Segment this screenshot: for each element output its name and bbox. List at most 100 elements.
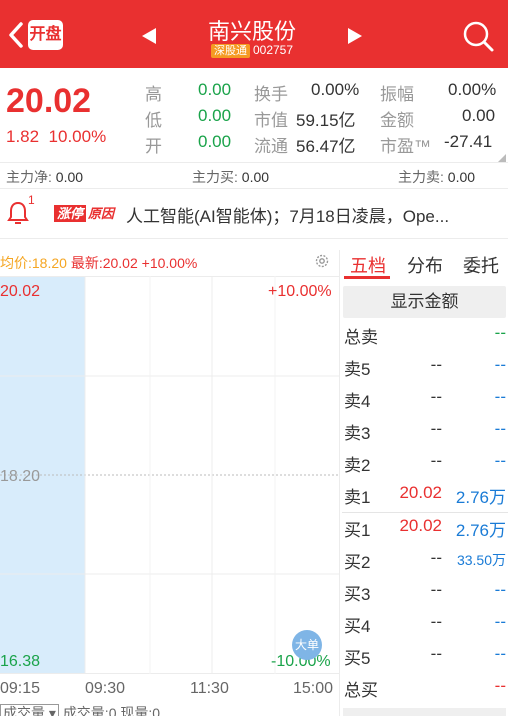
order-row[interactable]: 买2 -- 33.50万 — [344, 548, 508, 578]
mainforce-net: 主力净: 0.00 — [6, 167, 83, 187]
total-buy-row: 总买 -- — [344, 676, 508, 706]
low-label: 低 — [145, 111, 162, 130]
level-price: -- — [430, 387, 442, 406]
order-row[interactable]: 卖2 -- -- — [344, 451, 508, 481]
tag-part1: 涨停 — [54, 205, 87, 222]
mainforce-sell: 主力卖: 0.00 — [398, 167, 475, 187]
level-volume: -- — [494, 451, 506, 470]
corner-triangle-icon — [498, 154, 506, 162]
change-percent: 10.00% — [48, 127, 107, 146]
level-label: 买4 — [344, 617, 371, 636]
top-bar: 开盘 南兴股份 深股通 002757 — [0, 0, 508, 68]
order-row[interactable]: 买5 -- -- — [344, 644, 508, 674]
turnover-label: 换手 — [254, 85, 288, 104]
level-price: -- — [430, 355, 442, 374]
level-volume: -- — [494, 419, 506, 438]
mainforce-buy: 主力买: 0.00 — [192, 167, 269, 187]
level-label: 买5 — [344, 649, 371, 668]
level-label: 买2 — [344, 553, 371, 572]
volume-selector[interactable]: 成交量 ▾ — [0, 704, 59, 716]
divider — [0, 238, 508, 239]
prev-stock-icon[interactable] — [140, 26, 158, 46]
turnover-value: 0.00% — [311, 80, 360, 99]
divider — [0, 188, 508, 189]
open-market-button[interactable]: 开盘 — [28, 20, 63, 50]
time-label: 09:30 — [85, 680, 126, 697]
pct-max-label: +10.00% — [268, 283, 332, 300]
stock-code: 002757 — [252, 43, 294, 57]
float-cap-value: 56.47亿 — [296, 137, 356, 156]
intraday-chart[interactable] — [0, 276, 339, 674]
total-sell-value: -- — [494, 323, 506, 342]
tab-indicator — [344, 276, 390, 279]
level-volume: -- — [494, 644, 506, 663]
tab-distribution[interactable]: 分布 — [407, 252, 443, 278]
bottom-button-edge[interactable] — [343, 708, 506, 716]
tab-five-levels[interactable]: 五档 — [350, 252, 386, 278]
chart-legend: 均价:18.20 最新:20.02 +10.00% — [0, 253, 197, 273]
open-label: 开 — [145, 137, 162, 156]
big-order-bubble[interactable]: 大单 — [292, 630, 322, 660]
level-price: 20.02 — [399, 516, 442, 535]
stock-name: 南兴股份 — [207, 19, 296, 44]
level-price: -- — [430, 451, 442, 470]
next-stock-icon[interactable] — [346, 26, 364, 46]
low-value: 0.00 — [198, 106, 232, 125]
order-row[interactable]: 买4 -- -- — [344, 612, 508, 642]
open-value: 0.00 — [198, 132, 232, 151]
time-label: 15:00 — [293, 680, 334, 697]
mainforce-buy-value: 0.00 — [241, 169, 270, 185]
tab-orders[interactable]: 委托 — [463, 252, 499, 278]
total-buy-label: 总买 — [344, 681, 378, 700]
price-min-label: 16.38 — [0, 653, 41, 670]
search-icon[interactable] — [460, 18, 496, 54]
mainforce-sell-value: 0.00 — [447, 169, 476, 185]
latest-price-label: 最新:20.02 — [70, 255, 138, 271]
change-amount: 1.82 — [6, 127, 40, 146]
level-volume: -- — [494, 355, 506, 374]
float-cap-label: 流通 — [254, 137, 288, 156]
order-row[interactable]: 卖4 -- -- — [344, 387, 508, 417]
mainforce-buy-label: 主力买: — [192, 169, 238, 185]
order-row[interactable]: 卖3 -- -- — [344, 419, 508, 449]
level-price: -- — [430, 419, 442, 438]
total-sell-row: 总卖 -- — [344, 323, 508, 353]
amount-value: 0.00 — [462, 106, 496, 125]
level-price: -- — [430, 580, 442, 599]
level-volume: 2.76万 — [455, 488, 506, 507]
total-buy-value: -- — [494, 676, 506, 695]
notification-count: 1 — [28, 193, 35, 207]
level-volume: -- — [494, 387, 506, 406]
market-cap-label: 市值 — [254, 111, 288, 130]
pe-value: -27.41 — [444, 132, 493, 151]
price-max-label: 20.02 — [0, 283, 41, 300]
current-price: 20.02 — [6, 82, 92, 120]
level-price: -- — [430, 612, 442, 631]
time-label: 09:15 — [0, 680, 41, 697]
volume-text: 成交量:0 现量:0 — [62, 705, 161, 716]
volume-bar: 成交量 ▾ 成交量:0 现量:0 — [0, 703, 160, 716]
level-label: 卖4 — [344, 392, 371, 411]
level-volume: -- — [494, 612, 506, 631]
high-value: 0.00 — [198, 80, 232, 99]
news-headline[interactable]: 人工智能(AI智能体)；7月18日凌晨，Ope... — [126, 202, 506, 227]
pe-label: 市盈™ — [380, 137, 431, 156]
limit-up-reason-tag[interactable]: 涨停 原因 — [54, 203, 116, 223]
level-label: 卖2 — [344, 456, 371, 475]
price-change: 1.82 10.00% — [6, 127, 106, 147]
order-row[interactable]: 卖1 20.02 2.76万 — [344, 483, 508, 513]
avg-price-label: 均价:18.20 — [0, 255, 67, 271]
gear-icon[interactable] — [314, 253, 330, 269]
price-mid-label: 18.20 — [0, 468, 41, 485]
back-arrow-icon[interactable] — [6, 20, 26, 50]
show-amount-button[interactable]: 显示金额 — [343, 286, 506, 318]
mainforce-net-label: 主力净: — [6, 169, 52, 185]
level-volume: -- — [494, 580, 506, 599]
order-row[interactable]: 买1 20.02 2.76万 — [344, 516, 508, 546]
stock-subtitle: 深股通 002757 — [180, 43, 324, 58]
bell-icon[interactable] — [6, 200, 30, 226]
order-row[interactable]: 卖5 -- -- — [344, 355, 508, 385]
connect-badge: 深股通 — [210, 44, 250, 58]
order-row[interactable]: 买3 -- -- — [344, 580, 508, 610]
level-label: 卖5 — [344, 360, 371, 379]
